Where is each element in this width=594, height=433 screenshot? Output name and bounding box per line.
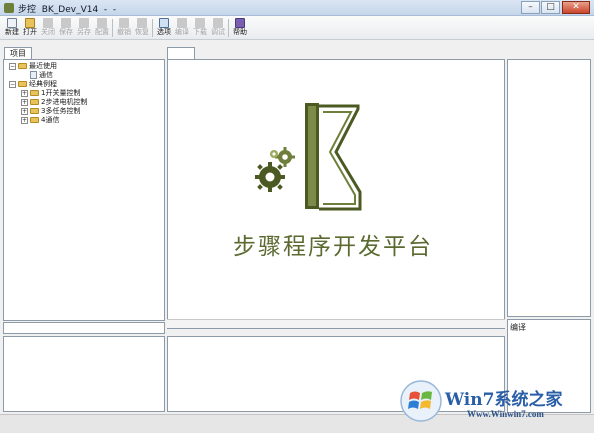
app-icon bbox=[4, 3, 14, 13]
maximize-button[interactable]: □ bbox=[541, 1, 560, 14]
right-top-panel bbox=[507, 59, 591, 317]
expand-icon[interactable]: + bbox=[21, 98, 28, 106]
gear-icon bbox=[270, 150, 278, 158]
tree-item-label: 经典例程 bbox=[29, 80, 57, 88]
tree-item-example-4[interactable]: +4通信 bbox=[21, 116, 59, 125]
tree-item-example-1[interactable]: +1开关量控制 bbox=[21, 89, 80, 98]
help-label: 帮助 bbox=[233, 28, 247, 36]
expand-icon[interactable]: + bbox=[21, 107, 28, 115]
compile-panel-title: 编译 bbox=[510, 323, 526, 332]
splash-title: 步骤程序开发平台 bbox=[233, 234, 433, 260]
tree-item-recent[interactable]: − 最近使用 bbox=[9, 62, 57, 71]
expand-icon[interactable]: + bbox=[21, 116, 28, 124]
watermark-url: Www.Winwin7.com bbox=[467, 409, 544, 419]
new-file-icon bbox=[7, 18, 17, 28]
options-icon bbox=[159, 18, 169, 28]
debug-icon bbox=[213, 18, 223, 28]
tree-item-label: 2步进电机控制 bbox=[41, 98, 88, 106]
wrench-icon bbox=[97, 18, 107, 28]
project-tree-panel: − 最近使用 通信 − 经典例程 +1开关量控制 +2步进电机控制 +3多任务控制 … bbox=[3, 59, 165, 321]
redo-icon bbox=[137, 18, 147, 28]
config-button[interactable]: 配置 bbox=[93, 18, 111, 40]
logo-letterform bbox=[305, 103, 362, 211]
folder-icon bbox=[30, 108, 39, 114]
compile-icon bbox=[177, 18, 187, 28]
collapse-icon[interactable]: − bbox=[9, 80, 16, 88]
save-icon bbox=[61, 18, 71, 28]
close-button[interactable]: ✕ bbox=[562, 1, 590, 14]
window-title: 步控 BK_Dev_V14 - - bbox=[18, 5, 117, 15]
debug-button[interactable]: 调试 bbox=[209, 18, 227, 40]
gear-icon bbox=[255, 162, 285, 192]
tree-item-label: 通信 bbox=[39, 71, 53, 79]
open-folder-icon bbox=[25, 18, 35, 28]
redo-button[interactable]: 恢复 bbox=[133, 18, 151, 40]
tree-item-label: 4通信 bbox=[41, 116, 60, 124]
watermark-title: Win7系统之家 bbox=[445, 390, 563, 410]
tree-item-comm[interactable]: 通信 bbox=[30, 71, 53, 80]
folder-icon bbox=[30, 99, 39, 105]
document-icon bbox=[30, 71, 37, 79]
close-file-icon bbox=[43, 18, 53, 28]
tree-item-example-2[interactable]: +2步进电机控制 bbox=[21, 98, 87, 107]
download-icon bbox=[195, 18, 205, 28]
help-icon bbox=[235, 18, 245, 28]
gear-icon bbox=[275, 147, 295, 167]
folder-icon bbox=[18, 81, 27, 87]
title-bar: 步控 BK_Dev_V14 - - – □ ✕ bbox=[0, 0, 594, 16]
watermark: Win7系统之家 Www.Winwin7.com bbox=[397, 379, 594, 433]
save-as-icon bbox=[79, 18, 89, 28]
horizontal-scrollbar[interactable] bbox=[167, 319, 505, 328]
bk-logo bbox=[255, 103, 362, 211]
tree-item-label: 3多任务控制 bbox=[41, 107, 81, 115]
minimize-button[interactable]: – bbox=[521, 1, 540, 14]
windows-logo-icon bbox=[400, 380, 442, 422]
left-bottom-panel bbox=[3, 336, 165, 412]
folder-icon bbox=[30, 117, 39, 123]
folder-icon bbox=[30, 90, 39, 96]
folder-icon bbox=[18, 63, 27, 69]
tree-item-label: 1开关量控制 bbox=[41, 89, 81, 97]
toolbar: 新建 打开 关闭 保存 另存 配置 撤销 恢复 选项 编译 下载 调试 帮助 bbox=[0, 16, 594, 40]
left-status-strip bbox=[3, 322, 165, 334]
expand-icon[interactable]: + bbox=[21, 89, 28, 97]
tree-item-examples[interactable]: − 经典例程 bbox=[9, 80, 57, 89]
tree-item-example-3[interactable]: +3多任务控制 bbox=[21, 107, 80, 116]
tree-item-label: 最近使用 bbox=[29, 62, 57, 70]
collapse-icon[interactable]: − bbox=[9, 62, 16, 70]
help-button[interactable]: 帮助 bbox=[231, 18, 249, 40]
undo-icon bbox=[119, 18, 129, 28]
